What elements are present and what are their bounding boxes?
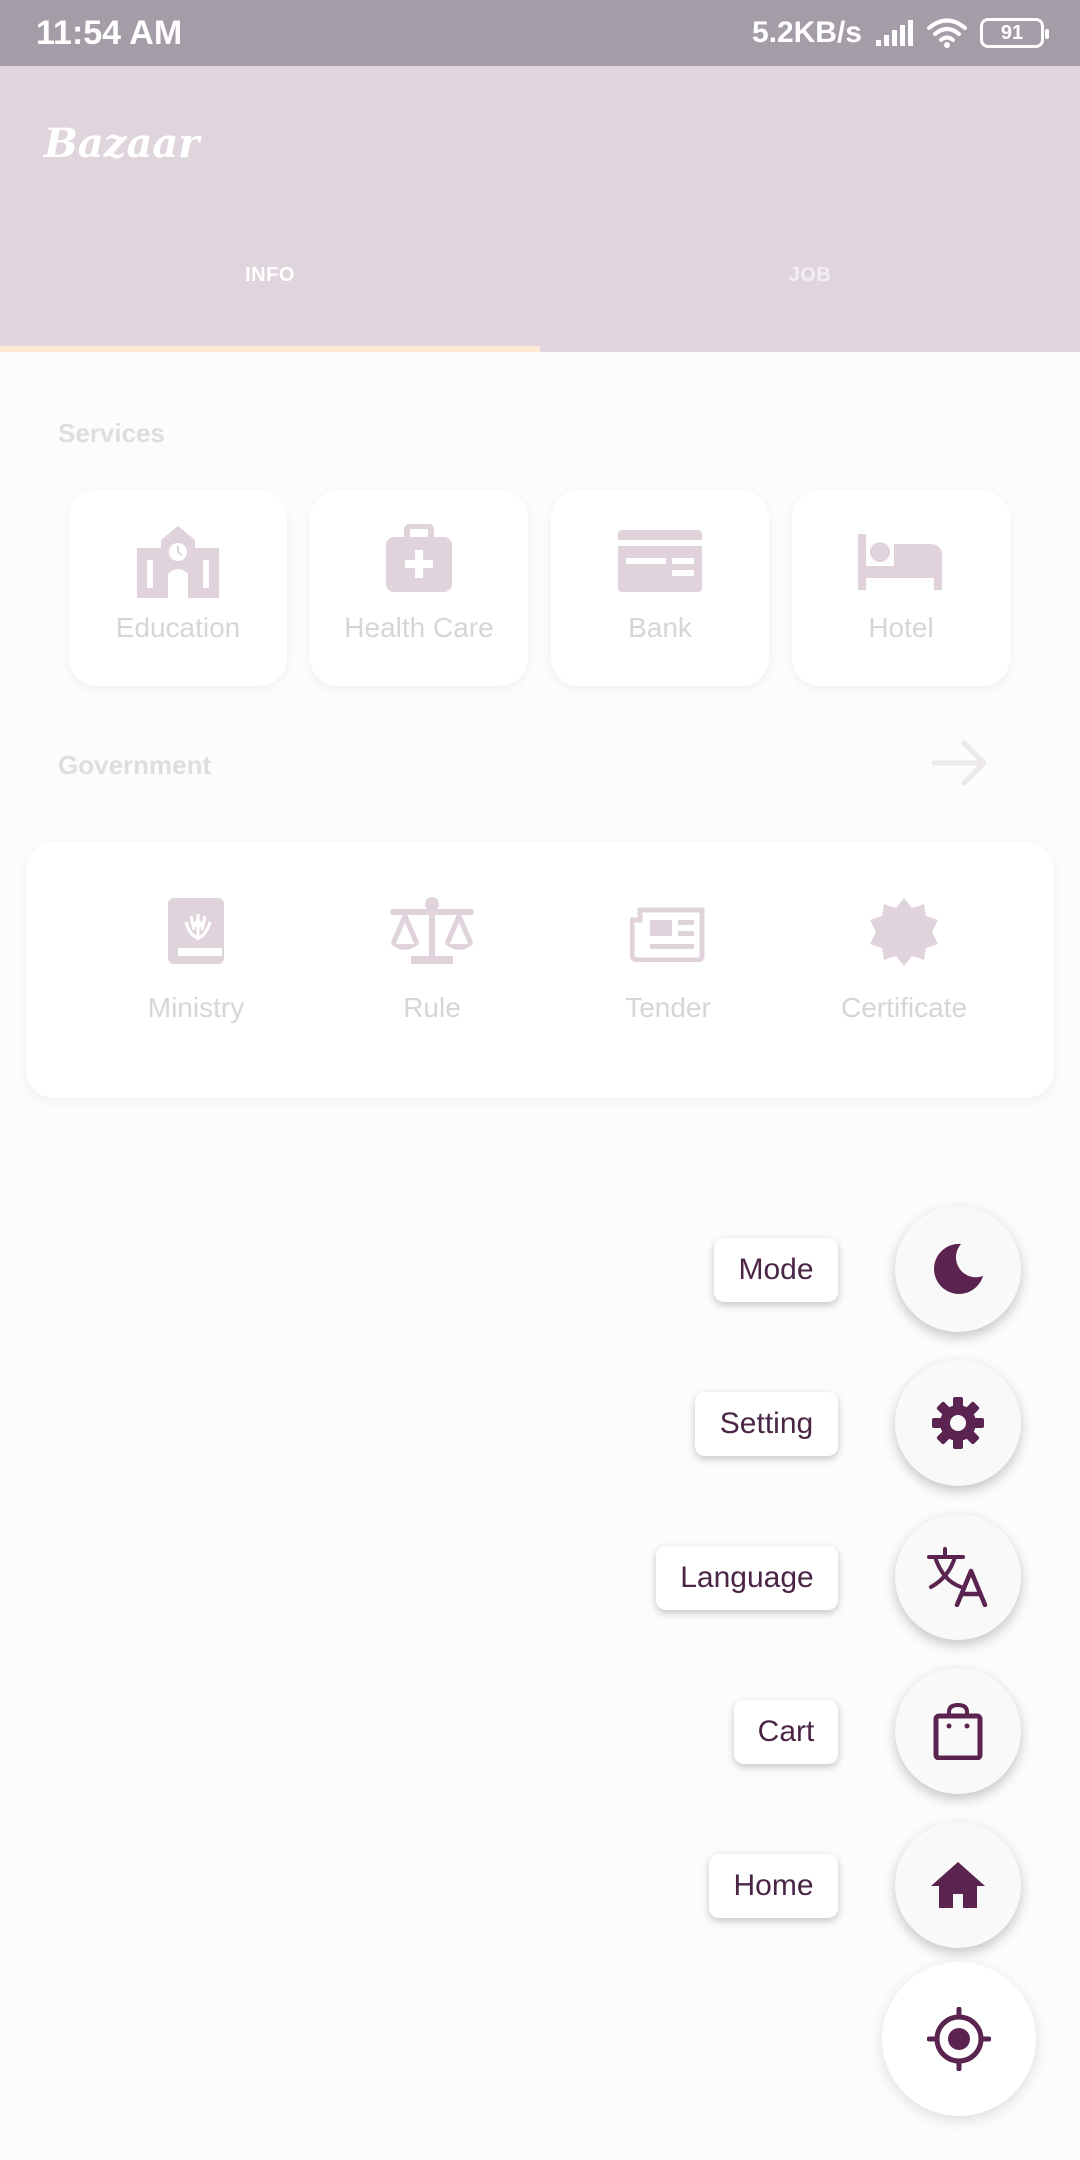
battery-icon: 91: [980, 18, 1049, 48]
arrow-right-icon[interactable]: [930, 738, 990, 788]
home-label[interactable]: Home: [709, 1854, 838, 1918]
gear-icon: [932, 1397, 984, 1449]
app-bar: Bazaar INFO JOB: [0, 66, 1080, 352]
bed-icon: [858, 534, 942, 590]
service-label: Bank: [628, 612, 692, 643]
signal-icon: [876, 20, 913, 46]
tab-info[interactable]: INFO: [0, 264, 540, 287]
gov-item-ministry[interactable]: Ministry: [78, 896, 314, 1066]
speed-dial-main-button[interactable]: [882, 1962, 1036, 2116]
app-logo: Bazaar: [44, 120, 200, 167]
tab-indicator: [0, 346, 540, 352]
setting-label[interactable]: Setting: [695, 1392, 838, 1456]
language-label[interactable]: Language: [656, 1546, 838, 1610]
badge-icon: [870, 898, 938, 966]
cart-label[interactable]: Cart: [734, 1700, 838, 1764]
translate-icon: [927, 1547, 988, 1607]
gov-label: Rule: [403, 992, 461, 1023]
government-title: Government: [58, 750, 212, 780]
status-bar: 11:54 AM 5.2KB/s 91: [0, 0, 1080, 66]
home-icon: [931, 1862, 985, 1908]
gov-item-rule[interactable]: Rule: [314, 896, 550, 1066]
service-card-hotel[interactable]: Hotel: [792, 490, 1010, 686]
mode-label[interactable]: Mode: [714, 1238, 838, 1302]
location-target-icon: [927, 2007, 991, 2071]
school-icon: [137, 526, 219, 598]
service-card-health-care[interactable]: Health Care: [310, 490, 528, 686]
tab-job[interactable]: JOB: [540, 264, 1080, 287]
shopping-bag-icon: [933, 1702, 983, 1760]
service-label: Education: [115, 612, 241, 643]
status-time: 11:54 AM: [36, 14, 183, 52]
mode-button[interactable]: [895, 1206, 1021, 1332]
service-card-bank[interactable]: Bank: [551, 490, 769, 686]
services-title: Services: [58, 418, 165, 448]
service-label: Health Care: [344, 612, 494, 643]
gov-label: Ministry: [147, 992, 245, 1023]
book-emblem-icon: [168, 898, 224, 964]
network-speed: 5.2KB/s: [751, 16, 862, 49]
card-icon: [618, 530, 702, 592]
government-card: Ministry Rule Tender Certificate: [26, 842, 1054, 1098]
service-card-education[interactable]: Education: [69, 490, 287, 686]
setting-button[interactable]: [895, 1360, 1021, 1486]
language-button[interactable]: [895, 1514, 1021, 1640]
gov-label: Certificate: [840, 992, 968, 1023]
newspaper-icon: [630, 907, 705, 962]
gov-item-tender[interactable]: Tender: [550, 896, 786, 1066]
cart-button[interactable]: [895, 1668, 1021, 1794]
service-label: Hotel: [868, 612, 934, 643]
gov-label: Tender: [625, 992, 711, 1023]
wifi-icon: [927, 18, 967, 48]
home-button[interactable]: [895, 1822, 1021, 1948]
status-icons: 5.2KB/s 91: [751, 12, 1049, 54]
scale-icon: [390, 897, 474, 964]
battery-level: 91: [1000, 21, 1024, 44]
gov-item-certificate[interactable]: Certificate: [786, 896, 1022, 1066]
medical-bag-icon: [386, 524, 452, 592]
moon-icon: [934, 1243, 983, 1294]
